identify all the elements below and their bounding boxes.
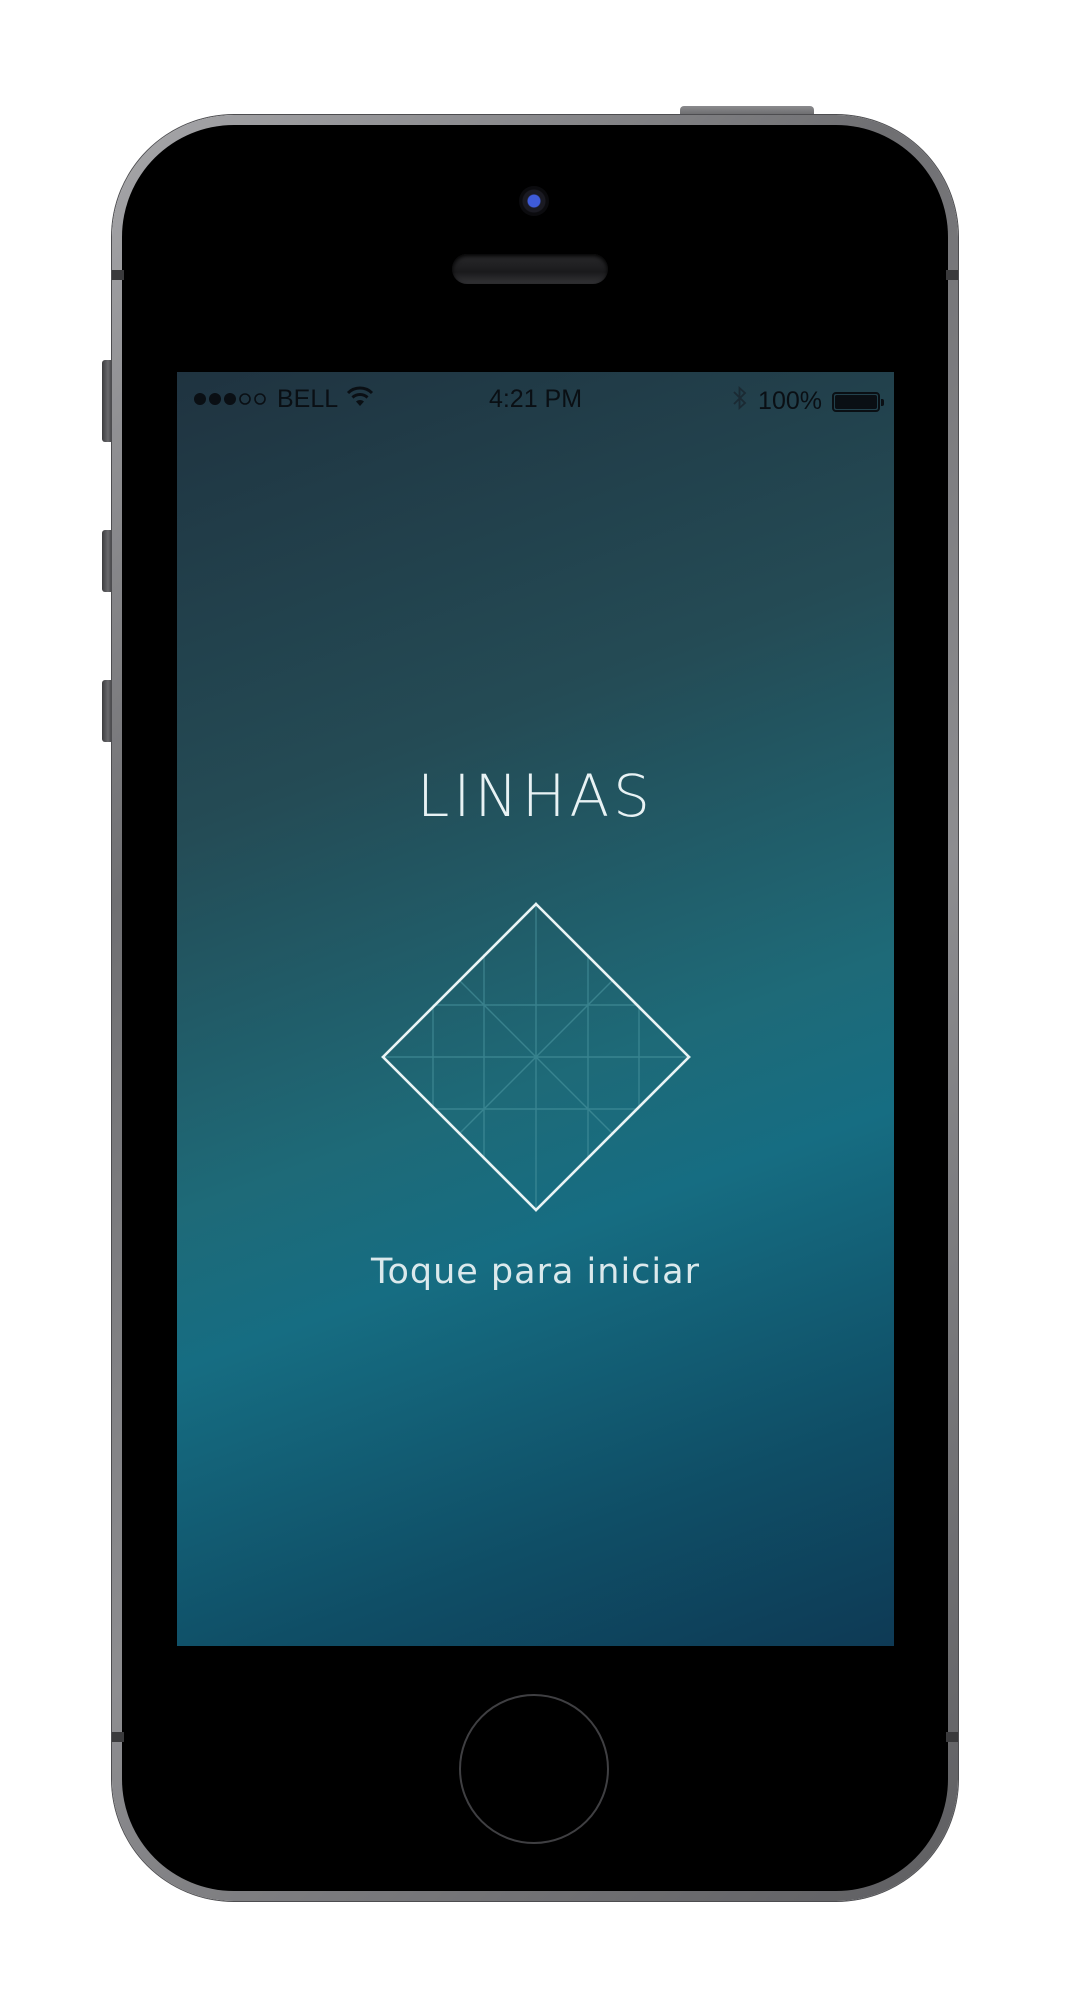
status-right: 100% bbox=[732, 385, 884, 418]
earpiece-speaker bbox=[452, 254, 608, 284]
battery-percent: 100% bbox=[758, 387, 822, 415]
app-title: LINHAS bbox=[417, 762, 654, 830]
battery-level bbox=[835, 394, 877, 409]
tap-to-start-label[interactable]: Toque para iniciar bbox=[177, 1252, 894, 1292]
bluetooth-icon bbox=[732, 385, 748, 418]
app-screen[interactable]: BELL 4:21 PM 100% LINHAS Toque para inic… bbox=[177, 372, 894, 1646]
front-camera bbox=[519, 186, 549, 216]
antenna-band bbox=[112, 1732, 124, 1742]
antenna-band bbox=[112, 270, 124, 280]
battery-icon bbox=[832, 391, 884, 412]
battery-nub bbox=[881, 398, 884, 406]
antenna-band bbox=[946, 270, 958, 280]
status-bar: BELL 4:21 PM 100% bbox=[177, 372, 894, 426]
diamond-grid-icon[interactable] bbox=[381, 902, 691, 1212]
home-button[interactable] bbox=[459, 1694, 609, 1844]
antenna-band bbox=[946, 1732, 958, 1742]
device-mockup: BELL 4:21 PM 100% LINHAS Toque para inic… bbox=[0, 0, 1065, 1995]
